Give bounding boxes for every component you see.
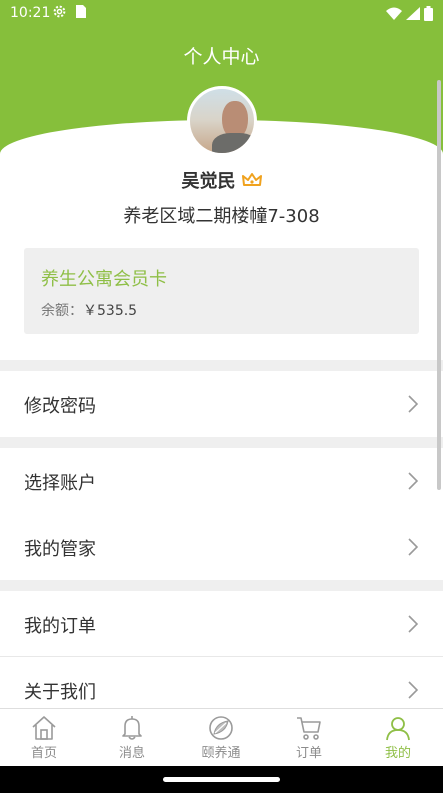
home-icon bbox=[32, 716, 56, 740]
chevron-right-icon bbox=[408, 681, 418, 699]
menu-label: 我的管家 bbox=[24, 539, 96, 560]
tab-label: 首页 bbox=[30, 746, 57, 761]
chevron-right-icon bbox=[408, 538, 418, 556]
tab-label: 订单 bbox=[295, 746, 322, 761]
bottom-tab-bar: 首页 消息 颐养通 订单 我的 bbox=[0, 708, 443, 766]
sim-card-icon bbox=[76, 5, 86, 18]
member-card[interactable]: 养生公寓会员卡 余额：￥535.5 bbox=[24, 248, 419, 334]
menu-item-select-account[interactable]: 选择账户 bbox=[0, 448, 443, 514]
chevron-right-icon bbox=[408, 395, 418, 413]
user-name: 吴觉民 bbox=[181, 171, 236, 192]
menu-label: 选择账户 bbox=[24, 473, 96, 494]
menu-item-change-password[interactable]: 修改密码 bbox=[0, 371, 443, 437]
tab-home[interactable]: 首页 bbox=[0, 709, 88, 767]
system-navigation-bar bbox=[0, 766, 443, 793]
crown-icon bbox=[241, 173, 262, 186]
avatar[interactable] bbox=[187, 86, 257, 156]
balance-label: 余额： bbox=[41, 303, 83, 319]
member-balance: 余额：￥535.5 bbox=[41, 300, 137, 320]
menu-item-my-steward[interactable]: 我的管家 bbox=[0, 514, 443, 580]
page-title: 个人中心 bbox=[183, 46, 260, 68]
balance-value: ￥535.5 bbox=[83, 303, 138, 319]
battery-icon bbox=[424, 6, 433, 21]
member-card-title: 养生公寓会员卡 bbox=[41, 269, 167, 290]
status-bar: 10:21 bbox=[0, 0, 443, 28]
wifi-icon bbox=[386, 7, 402, 20]
menu-label: 修改密码 bbox=[24, 396, 96, 417]
tab-yiyangtong[interactable]: 颐养通 bbox=[177, 709, 265, 767]
user-icon bbox=[386, 717, 410, 741]
tab-label: 我的 bbox=[384, 746, 411, 761]
tab-label: 颐养通 bbox=[201, 746, 241, 761]
home-gesture-handle[interactable] bbox=[163, 777, 280, 782]
shopping-cart-icon bbox=[297, 717, 321, 740]
menu-label: 我的订单 bbox=[24, 616, 96, 637]
chevron-right-icon bbox=[408, 472, 418, 490]
tab-label: 消息 bbox=[118, 746, 145, 761]
tab-orders[interactable]: 订单 bbox=[265, 709, 353, 767]
tab-mine[interactable]: 我的 bbox=[354, 709, 442, 767]
menu-item-my-orders[interactable]: 我的订单 bbox=[0, 591, 443, 657]
chevron-right-icon bbox=[408, 615, 418, 633]
leaf-ball-icon bbox=[209, 716, 233, 740]
user-address: 养老区域二期楼幢7-308 bbox=[123, 206, 320, 227]
signal-icon bbox=[406, 7, 420, 20]
settings-gear-icon bbox=[53, 5, 66, 18]
menu-label: 关于我们 bbox=[24, 682, 96, 703]
tab-messages[interactable]: 消息 bbox=[88, 709, 176, 767]
status-time: 10:21 bbox=[10, 5, 51, 21]
bell-icon bbox=[122, 716, 142, 740]
scrollbar[interactable] bbox=[437, 80, 441, 490]
